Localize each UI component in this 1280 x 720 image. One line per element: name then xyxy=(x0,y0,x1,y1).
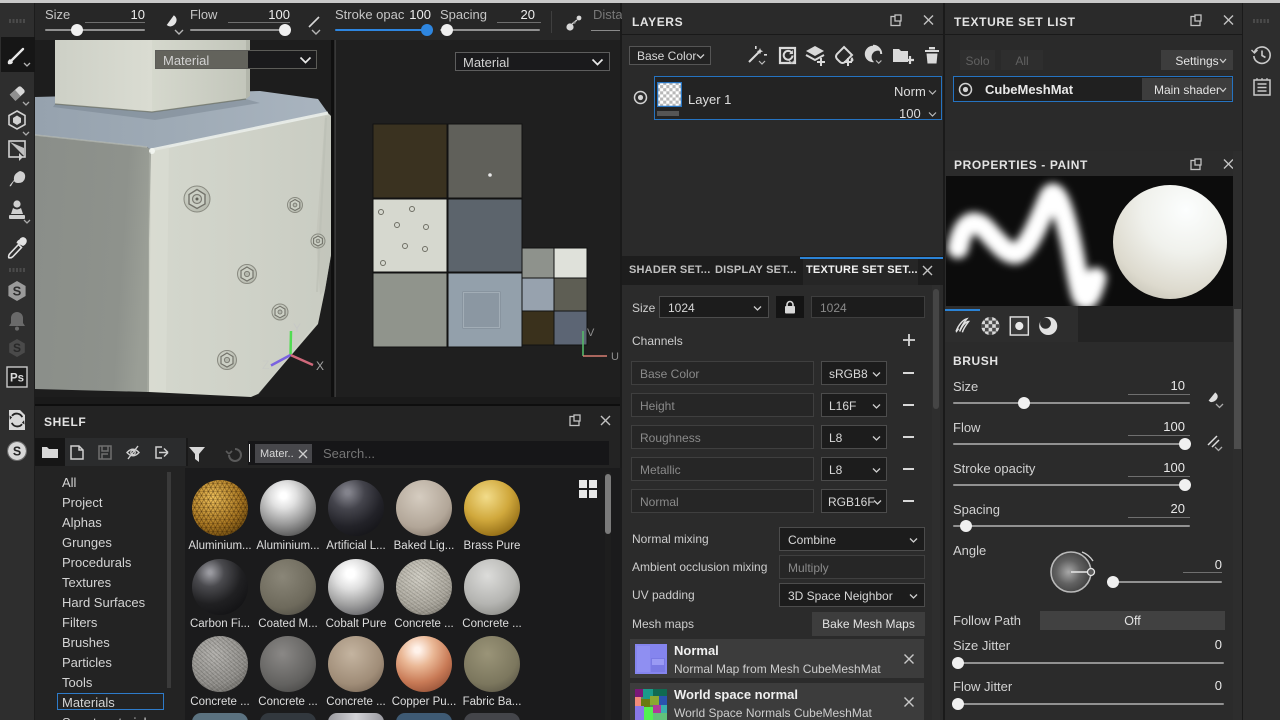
svg-text:S: S xyxy=(13,341,21,355)
svg-text:Y: Y xyxy=(293,321,301,335)
svg-text:U: U xyxy=(611,351,619,363)
svg-text:S: S xyxy=(13,284,22,299)
svg-text:Z: Z xyxy=(262,358,269,372)
svg-text:S: S xyxy=(13,445,21,459)
svg-text:V: V xyxy=(587,327,595,339)
svg-text:Ps: Ps xyxy=(10,373,24,385)
svg-text:X: X xyxy=(316,359,324,373)
